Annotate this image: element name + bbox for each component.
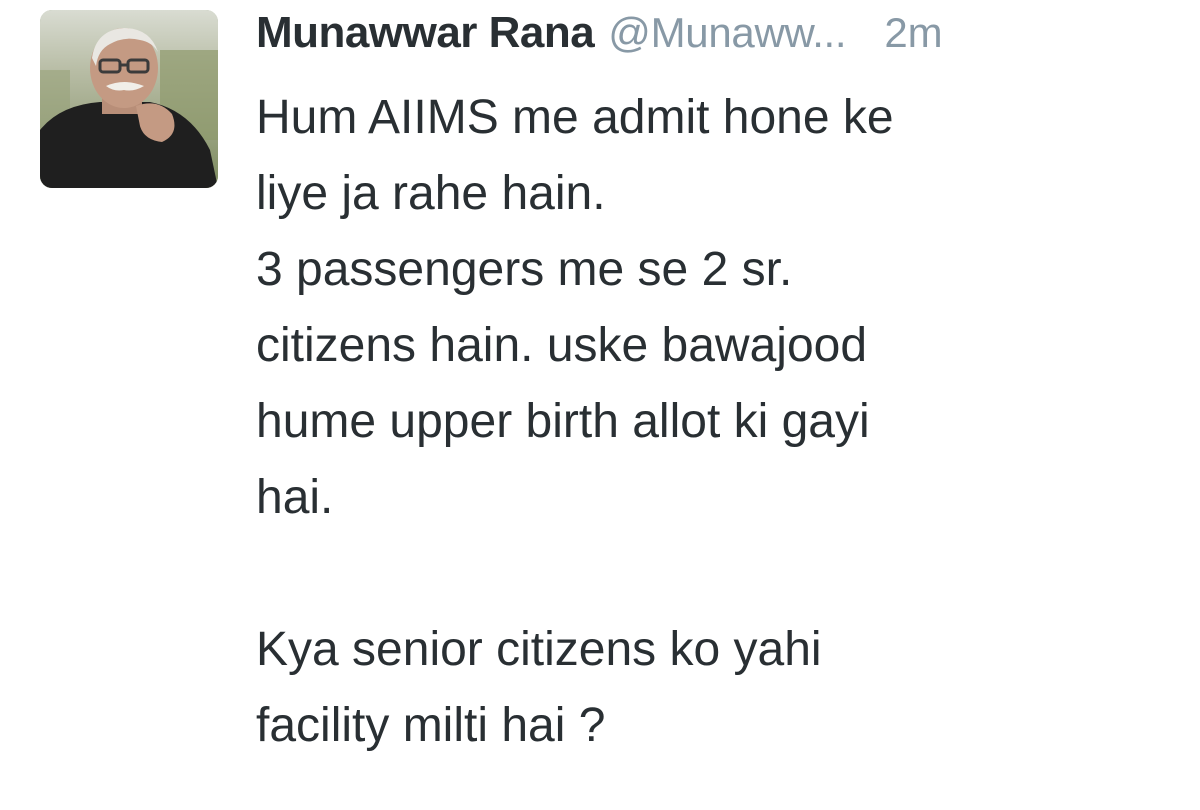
tweet-text-line: hume upper birth allot ki gayi [256, 395, 870, 448]
tweet-text: Hum AIIMS me admit hone ke liye ja rahe … [256, 80, 1156, 764]
tweet-text-line: liye ja rahe hain. [256, 167, 606, 220]
tweet-timestamp[interactable]: 2m [884, 9, 942, 57]
tweet-text-line: 3 passengers me se 2 sr. [256, 243, 793, 296]
tweet-text-line: hai. [256, 471, 334, 524]
tweet-text-line: Kya senior citizens ko yahi [256, 623, 822, 676]
tweet-card[interactable]: Munawwar Rana @Munaww... 2m Hum AIIMS me… [0, 0, 1200, 810]
tweet-header: Munawwar Rana @Munaww... 2m [256, 8, 1176, 64]
avatar-photo [40, 10, 218, 188]
author-handle[interactable]: @Munaww... [608, 9, 846, 57]
tweet-text-line: Hum AIIMS me admit hone ke [256, 91, 894, 144]
tweet-text-line: citizens hain. uske bawajood [256, 319, 868, 372]
tweet-text-line: facility milti hai ? [256, 699, 606, 752]
author-name[interactable]: Munawwar Rana [256, 8, 595, 58]
author-avatar[interactable] [40, 10, 218, 188]
